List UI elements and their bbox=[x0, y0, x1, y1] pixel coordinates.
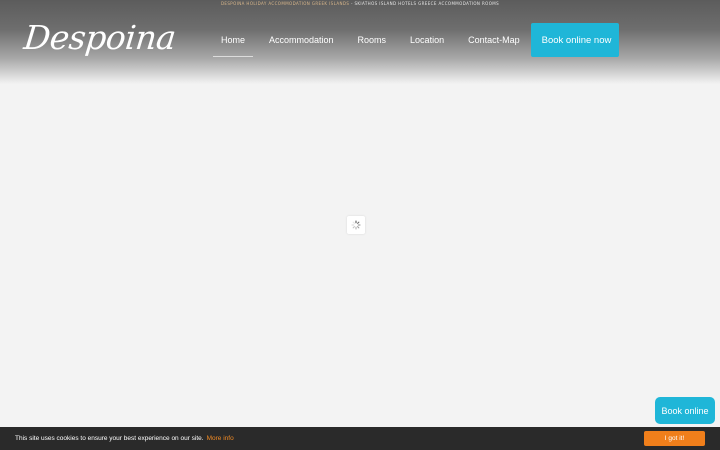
tagline-part-1: DESPOINA HOLIDAY ACCOMMODATION GREEK ISL… bbox=[220, 1, 350, 6]
site-header: DESPOINA HOLIDAY ACCOMMODATION GREEK ISL… bbox=[0, 0, 720, 84]
nav-item-home[interactable]: Home bbox=[213, 23, 253, 57]
cookie-more-info-link[interactable]: More info bbox=[207, 435, 234, 442]
cookie-message-text: This site uses cookies to ensure your be… bbox=[15, 435, 204, 442]
spinner-icon bbox=[351, 220, 361, 230]
header-tagline: DESPOINA HOLIDAY ACCOMMODATION GREEK ISL… bbox=[0, 1, 720, 7]
nav-item-contact-map[interactable]: Contact-Map bbox=[460, 23, 528, 57]
main-nav: Home Accommodation Rooms Location Contac… bbox=[213, 23, 528, 57]
cookie-message: This site uses cookies to ensure your be… bbox=[15, 435, 234, 442]
book-online-now-label: Book online now bbox=[541, 34, 612, 46]
page: DESPOINA HOLIDAY ACCOMMODATION GREEK ISL… bbox=[0, 0, 720, 450]
cookie-accept-button[interactable]: I got it! bbox=[644, 431, 705, 446]
book-online-now-button[interactable]: Book online now bbox=[531, 23, 619, 57]
cookie-bar: This site uses cookies to ensure your be… bbox=[0, 427, 720, 450]
loading-spinner bbox=[347, 216, 365, 234]
nav-item-rooms[interactable]: Rooms bbox=[350, 23, 395, 57]
nav-item-location[interactable]: Location bbox=[402, 23, 452, 57]
floating-book-online-button[interactable]: Book online bbox=[655, 397, 715, 424]
tagline-part-2: SKIATHOS ISLAND HOTELS GREECE ACCOMMODAT… bbox=[354, 1, 500, 6]
nav-item-accommodation[interactable]: Accommodation bbox=[261, 23, 342, 57]
site-logo[interactable]: Despoina bbox=[22, 18, 178, 58]
